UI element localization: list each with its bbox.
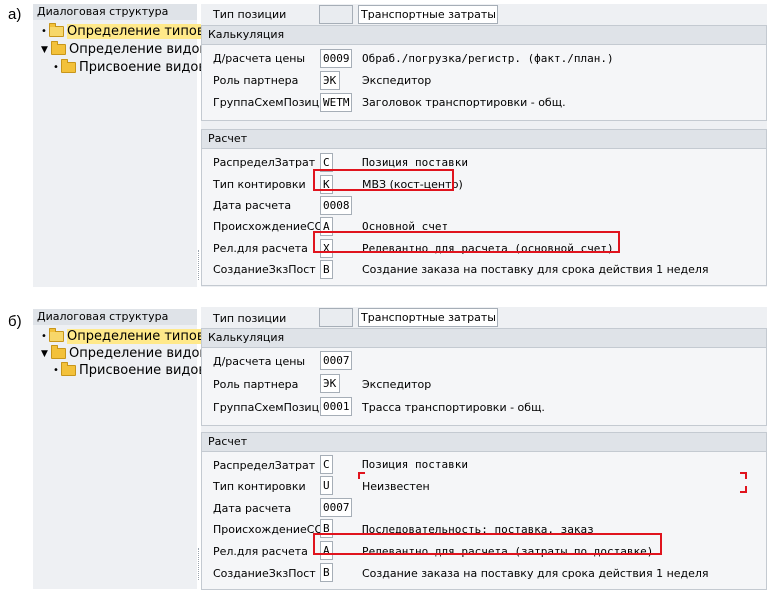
position-type-description[interactable]: Транспортные затраты [358, 308, 498, 327]
focus-bracket-top-left [358, 472, 365, 479]
position-type-label: Тип позиции [213, 8, 287, 21]
pricing-procedure-field[interactable]: 0007 [320, 351, 352, 370]
focus-bracket-top-right [740, 472, 747, 479]
tree-item-label: Определение типов [67, 24, 205, 39]
po-creation-field[interactable]: B [320, 563, 333, 582]
position-type-field[interactable] [319, 5, 353, 24]
item-schema-group-field[interactable]: 0001 [320, 397, 352, 416]
po-creation-field[interactable]: B [320, 260, 333, 279]
po-creation-label: СозданиеЗкзПост [213, 567, 316, 580]
tree-item-label: Определение видов [69, 42, 208, 57]
account-assignment-description: Неизвестен [362, 480, 430, 493]
tree-item-kinds[interactable]: ▼ Определение видов [41, 345, 208, 361]
settlement-group: Расчет РаспределЗатрат C Позиция поставк… [201, 129, 767, 286]
po-creation-label: СозданиеЗкзПост [213, 263, 316, 276]
account-assignment-field[interactable]: U [320, 476, 333, 495]
cost-distribution-description: Позиция поставки [362, 458, 468, 471]
tree-item-label: Определение типов [67, 329, 205, 344]
bullet-icon: • [41, 26, 47, 37]
folder-icon [51, 41, 66, 55]
pricing-procedure-label: Д/расчета цены [213, 52, 306, 65]
bullet-icon: • [41, 331, 47, 342]
item-schema-group-description: Трасса транспортировки - общ. [362, 401, 545, 414]
tree-item-kinds[interactable]: ▼ Определение видов [41, 41, 208, 57]
account-assignment-label: Тип контировки [213, 480, 306, 493]
item-schema-group-label: ГруппаСхемПозиц [213, 96, 320, 109]
tree-item-assign[interactable]: • Присвоение видов [53, 59, 207, 75]
partner-role-field[interactable]: ЭК [320, 374, 340, 393]
folder-icon [61, 59, 76, 73]
bullet-icon: • [53, 62, 59, 73]
partner-role-label: Роль партнера [213, 74, 299, 87]
settlement-date-label: Дата расчета [213, 199, 292, 212]
cost-distribution-description: Позиция поставки [362, 156, 468, 169]
bullet-icon: • [53, 365, 59, 376]
tree-item-label: Присвоение видов [79, 60, 207, 75]
folder-open-icon [49, 23, 64, 37]
tree-item-label: Присвоение видов [79, 363, 207, 378]
partner-role-label: Роль партнера [213, 378, 299, 391]
highlight-relevance [313, 231, 620, 253]
dialog-structure-tree: Диалоговая структура • Определение типов… [33, 4, 207, 287]
settlement-date-field[interactable]: 0007 [320, 498, 352, 517]
pricing-procedure-field[interactable]: 0009 [320, 49, 352, 68]
settlement-date-field[interactable]: 0008 [320, 196, 352, 215]
partner-role-field[interactable]: ЭК [320, 71, 340, 90]
tree-item-label: Определение видов [69, 346, 208, 361]
po-creation-description: Создание заказа на поставку для срока де… [362, 263, 709, 276]
highlight-account-assignment [313, 169, 454, 191]
pricing-procedure-description: Обраб./погрузка/регистр. (факт./план.) [362, 52, 614, 65]
tree-item-types[interactable]: • Определение типов [41, 328, 205, 344]
folder-icon [51, 345, 66, 359]
relevance-label: Рел.для расчета [213, 242, 308, 255]
relevance-label: Рел.для расчета [213, 545, 308, 558]
panel-b-label: б) [8, 313, 22, 330]
cost-distribution-field[interactable]: C [320, 455, 333, 474]
folder-icon [61, 362, 76, 376]
item-schema-group-label: ГруппаСхемПозиц [213, 401, 320, 414]
position-type-label: Тип позиции [213, 312, 287, 325]
cost-distribution-label: РаспределЗатрат [213, 459, 316, 472]
tree-header: Диалоговая структура [33, 4, 197, 20]
cost-distribution-label: РаспределЗатрат [213, 156, 316, 169]
calculation-group: Калькуляция Д/расчета цены 0007 Роль пар… [201, 328, 767, 426]
settlement-group: Расчет РаспределЗатрат C Позиция поставк… [201, 432, 767, 590]
settlement-title: Расчет [202, 130, 766, 149]
folder-open-icon [49, 328, 64, 342]
settlement-date-label: Дата расчета [213, 502, 292, 515]
partner-role-description: Экспедитор [362, 378, 432, 391]
item-schema-group-field[interactable]: WETM [320, 93, 352, 112]
account-assignment-label: Тип контировки [213, 178, 306, 191]
highlight-relevance [313, 533, 662, 555]
expand-arrow-icon[interactable]: ▼ [41, 45, 51, 55]
origin-label: ПроисхождениеСО [213, 523, 324, 536]
calculation-group: Калькуляция Д/расчета цены 0009 Обраб./п… [201, 25, 767, 121]
calculation-title: Калькуляция [202, 329, 766, 348]
tree-item-assign[interactable]: • Присвоение видов [53, 362, 207, 378]
tree-item-types[interactable]: • Определение типов [41, 23, 205, 39]
tree-header: Диалоговая структура [33, 309, 197, 325]
item-schema-group-description: Заголовок транспортировки - общ. [362, 96, 566, 109]
position-type-field[interactable] [319, 308, 353, 327]
focus-bracket-bottom-right [740, 486, 747, 493]
position-type-description[interactable]: Транспортные затраты [358, 5, 498, 24]
origin-label: ПроисхождениеСО [213, 220, 324, 233]
partner-role-description: Экспедитор [362, 74, 432, 87]
po-creation-description: Создание заказа на поставку для срока де… [362, 567, 709, 580]
dialog-structure-tree: Диалоговая структура • Определение типов… [33, 309, 207, 589]
pricing-procedure-label: Д/расчета цены [213, 355, 306, 368]
panel-a-label: а) [8, 6, 22, 23]
expand-arrow-icon[interactable]: ▼ [41, 349, 51, 359]
calculation-title: Калькуляция [202, 26, 766, 45]
settlement-title: Расчет [202, 433, 766, 452]
